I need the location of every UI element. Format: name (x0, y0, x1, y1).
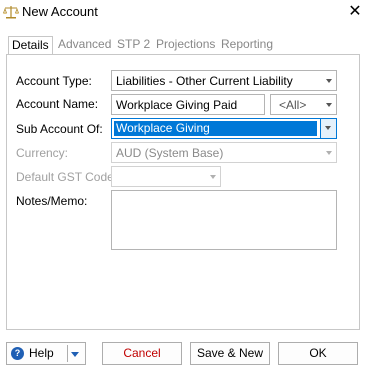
save-new-button-label: Save & New (196, 346, 264, 360)
notes-label: Notes/Memo: (16, 194, 88, 208)
sub-account-value: Workplace Giving (116, 121, 210, 135)
gst-code-label: Default GST Code: (16, 170, 118, 184)
close-icon[interactable]: ✕ (344, 1, 366, 23)
chevron-down-icon[interactable] (71, 352, 79, 357)
ok-button[interactable]: OK (278, 342, 358, 365)
button-bar: ? Help Cancel Save & New OK (0, 338, 366, 370)
tab-strip: Details Advanced STP 2 Projections Repor… (0, 36, 366, 54)
tab-details[interactable]: Details (8, 36, 53, 54)
split-divider (67, 345, 68, 362)
account-type-label: Account Type: (16, 74, 92, 88)
question-icon: ? (11, 347, 24, 360)
account-type-select[interactable]: Liabilities - Other Current Liability (111, 70, 337, 91)
account-name-label: Account Name: (16, 97, 99, 111)
tab-projections[interactable]: Projections (156, 36, 215, 54)
title-bar: New Account ✕ (0, 0, 366, 26)
window-title: New Account (22, 4, 98, 19)
chevron-down-icon (326, 151, 332, 155)
tab-stp2[interactable]: STP 2 (117, 36, 150, 54)
currency-value: AUD (System Base) (116, 146, 224, 160)
account-type-value: Liabilities - Other Current Liability (116, 74, 293, 88)
chevron-down-icon (325, 126, 331, 130)
account-name-value: Workplace Giving Paid (116, 98, 238, 112)
cancel-button-label: Cancel (123, 346, 161, 360)
cancel-button[interactable]: Cancel (102, 342, 182, 365)
tab-reporting[interactable]: Reporting (221, 36, 273, 54)
scales-icon (3, 6, 19, 19)
account-name-field[interactable]: Workplace Giving Paid (111, 94, 265, 115)
tab-advanced[interactable]: Advanced (58, 36, 111, 54)
account-name-filter-value: <All> (279, 98, 307, 112)
ok-button-label: OK (309, 346, 327, 360)
gst-code-select (111, 166, 221, 187)
dropdown-button[interactable] (320, 119, 336, 138)
help-button[interactable]: ? Help (6, 342, 86, 365)
sub-account-label: Sub Account Of: (16, 122, 103, 136)
account-name-filter-select[interactable]: <All> (270, 94, 337, 115)
currency-label: Currency: (16, 146, 69, 160)
notes-textarea[interactable] (111, 190, 337, 250)
currency-select: AUD (System Base) (111, 142, 337, 163)
chevron-down-icon (326, 103, 332, 107)
help-button-label: Help (29, 346, 54, 360)
chevron-down-icon (326, 79, 332, 83)
save-new-button[interactable]: Save & New (190, 342, 270, 365)
chevron-down-icon (210, 175, 216, 179)
sub-account-select[interactable]: Workplace Giving (111, 118, 337, 139)
